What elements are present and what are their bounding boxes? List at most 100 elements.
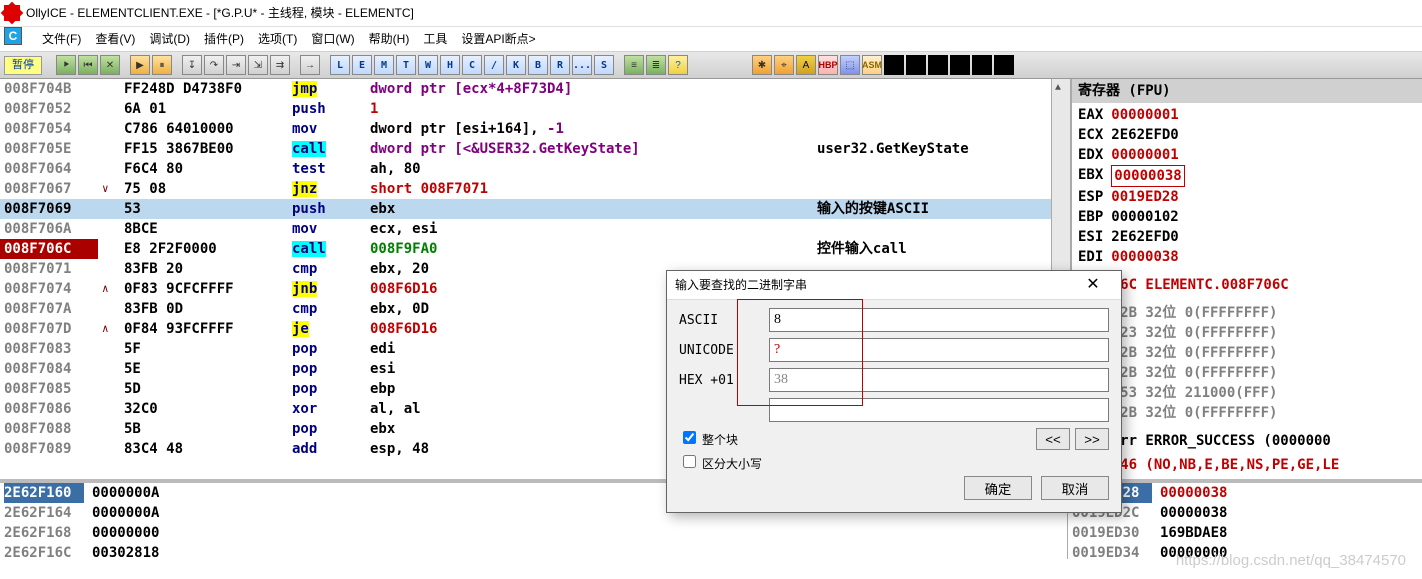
toolbar-window-e-button[interactable]: E: [352, 55, 372, 75]
toolbar-run-icon[interactable]: ▶: [130, 55, 150, 75]
menu-options[interactable]: 选项(T): [258, 27, 297, 51]
toolbar-rununtil-icon[interactable]: ⇉: [270, 55, 290, 75]
disasm-row[interactable]: 008F705EFF15 3867BE00calldword ptr [<&US…: [0, 139, 1070, 159]
extra-input[interactable]: [769, 398, 1109, 422]
stack-row[interactable]: 0019ED3400000000: [1072, 543, 1422, 559]
menu-debug[interactable]: 调试(D): [149, 27, 190, 51]
toolbar-stepover-icon[interactable]: ↷: [204, 55, 224, 75]
segment-row: GS 002B 32位 0(FFFFFFFF): [1078, 403, 1422, 423]
toolbar-window-m-button[interactable]: M: [374, 55, 394, 75]
disasm-row[interactable]: 008F706CE8 2F2F0000call008F9FA0控件输入call: [0, 239, 1070, 259]
register-row[interactable]: EDX 00000001: [1078, 145, 1422, 165]
toolbar-blackbox: [972, 55, 992, 75]
dialog-close-icon[interactable]: ✕: [1073, 271, 1113, 299]
toolbar-window-b-button[interactable]: B: [528, 55, 548, 75]
toolbar-hbp-icon[interactable]: HBP: [818, 55, 838, 75]
dump-row[interactable]: 2E62F16800000000: [4, 523, 1067, 543]
toolbar-close-icon[interactable]: ✕: [100, 55, 120, 75]
toolbar-blackbox: [884, 55, 904, 75]
toolbar-plugin4-icon[interactable]: ⬚: [840, 55, 860, 75]
cancel-button[interactable]: 取消: [1041, 476, 1109, 500]
toolbar-blackbox: [906, 55, 926, 75]
lasterr-line: LastErr ERROR_SUCCESS (0000000: [1072, 431, 1422, 451]
stack-row[interactable]: 0019ED2C00000038: [1072, 503, 1422, 523]
ascii-input[interactable]: [769, 308, 1109, 332]
disasm-row[interactable]: 008F7064F6C4 80testah, 80: [0, 159, 1070, 179]
toolbar-rewind-icon[interactable]: ⏮: [78, 55, 98, 75]
dialog-title: 输入要查找的二进制字串: [675, 271, 807, 299]
registers-pane[interactable]: 寄存器 (FPU) EAX 00000001ECX 2E62EFD0EDX 00…: [1071, 79, 1422, 479]
disasm-row[interactable]: 008F706953pushebx输入的按键ASCII: [0, 199, 1070, 219]
menu-api[interactable]: 设置API断点>: [461, 27, 535, 51]
disasm-row[interactable]: 008F704BFF248D D4738F0jmpdword ptr [ecx*…: [0, 79, 1070, 99]
toolbar-window-s-button[interactable]: S: [594, 55, 614, 75]
segment-row: SS 002B 32位 0(FFFFFFFF): [1078, 343, 1422, 363]
ok-button[interactable]: 确定: [964, 476, 1032, 500]
registers-title: 寄存器 (FPU): [1072, 79, 1422, 103]
menu-tools[interactable]: 工具: [423, 27, 447, 51]
eflags-line: 0200246 (NO,NB,E,BE,NS,PE,GE,LE: [1072, 455, 1422, 475]
search-binary-dialog: 输入要查找的二进制字串 ✕ ASCII UNICODE HEX +01 整个块 …: [666, 270, 1122, 513]
prev-button[interactable]: <<: [1036, 428, 1070, 450]
next-button[interactable]: >>: [1075, 428, 1109, 450]
stack-row[interactable]: 0019ED30169BDAE8: [1072, 523, 1422, 543]
menu-view[interactable]: 查看(V): [95, 27, 135, 51]
titlebar: OllyICE - ELEMENTCLIENT.EXE - [*G.P.U* -…: [0, 0, 1422, 27]
checkbox-case-sensitive[interactable]: 区分大小写: [679, 452, 1109, 472]
menubar: C 文件(F) 查看(V) 调试(D) 插件(P) 选项(T) 窗口(W) 帮助…: [0, 27, 1422, 52]
register-row[interactable]: EBP 00000102: [1078, 207, 1422, 227]
toolbar-tracein-icon[interactable]: ⇲: [248, 55, 268, 75]
toolbar-goto-icon[interactable]: →: [300, 55, 320, 75]
eip-line: 08F706C ELEMENTC.008F706C: [1072, 275, 1422, 295]
toolbar-window-w-button[interactable]: W: [418, 55, 438, 75]
toolbar-window-c-button[interactable]: C: [462, 55, 482, 75]
mdi-icon[interactable]: C: [4, 27, 22, 45]
menu-window[interactable]: 窗口(W): [311, 27, 354, 51]
toolbar-plugin1-icon[interactable]: ✱: [752, 55, 772, 75]
hex-label: HEX +01: [679, 373, 759, 388]
toolbar-plugin3-icon[interactable]: A: [796, 55, 816, 75]
register-row[interactable]: EBX 00000038: [1078, 165, 1422, 187]
toolbar-window-h-button[interactable]: H: [440, 55, 460, 75]
hex-input[interactable]: [769, 368, 1109, 392]
segment-row: FS 0053 32位 211000(FFF): [1078, 383, 1422, 403]
toolbar-help-icon[interactable]: ?: [668, 55, 688, 75]
toolbar-pause-icon[interactable]: ⏸: [152, 55, 172, 75]
menu-help[interactable]: 帮助(H): [369, 27, 410, 51]
segment-row: DS 002B 32位 0(FFFFFFFF): [1078, 363, 1422, 383]
toolbar-window-r-button[interactable]: R: [550, 55, 570, 75]
app-icon: [4, 5, 20, 21]
toolbar-blackbox: [928, 55, 948, 75]
unicode-label: UNICODE: [679, 343, 759, 358]
disasm-row[interactable]: 008F7067∨75 08jnzshort 008F7071: [0, 179, 1070, 199]
dump-row[interactable]: 2E62F16C00302818: [4, 543, 1067, 559]
toolbar-open-icon[interactable]: ⯈: [56, 55, 76, 75]
toolbar-asm-icon[interactable]: ASM: [862, 55, 882, 75]
menu-file[interactable]: 文件(F): [42, 27, 81, 51]
disasm-row[interactable]: 008F70526A 01push1: [0, 99, 1070, 119]
toolbar-stepinto-icon[interactable]: ↧: [182, 55, 202, 75]
disasm-row[interactable]: 008F706A8BCEmovecx, esi: [0, 219, 1070, 239]
unicode-input[interactable]: [769, 338, 1109, 362]
toolbar-window-k-button[interactable]: K: [506, 55, 526, 75]
register-row[interactable]: EDI 00000038: [1078, 247, 1422, 267]
register-row[interactable]: EAX 00000001: [1078, 105, 1422, 125]
menu-plugins[interactable]: 插件(P): [204, 27, 244, 51]
toolbar-list2-icon[interactable]: ≣: [646, 55, 666, 75]
toolbar-window-l-button[interactable]: L: [330, 55, 350, 75]
toolbar-trace-icon[interactable]: ⇥: [226, 55, 246, 75]
segment-row: ES 002B 32位 0(FFFFFFFF): [1078, 303, 1422, 323]
toolbar-blackbox: [994, 55, 1014, 75]
toolbar-window-...-button[interactable]: ...: [572, 55, 592, 75]
segment-row: CS 0023 32位 0(FFFFFFFF): [1078, 323, 1422, 343]
stack-row[interactable]: 0019ED2800000038: [1072, 483, 1422, 503]
window-title: OllyICE - ELEMENTCLIENT.EXE - [*G.P.U* -…: [26, 0, 414, 26]
disasm-row[interactable]: 008F7054C786 64010000movdword ptr [esi+1…: [0, 119, 1070, 139]
toolbar-list1-icon[interactable]: ≡: [624, 55, 644, 75]
toolbar-window-t-button[interactable]: T: [396, 55, 416, 75]
register-row[interactable]: ESP 0019ED28: [1078, 187, 1422, 207]
register-row[interactable]: ESI 2E62EFD0: [1078, 227, 1422, 247]
register-row[interactable]: ECX 2E62EFD0: [1078, 125, 1422, 145]
toolbar-window-/-button[interactable]: /: [484, 55, 504, 75]
toolbar-plugin2-icon[interactable]: ⌖: [774, 55, 794, 75]
